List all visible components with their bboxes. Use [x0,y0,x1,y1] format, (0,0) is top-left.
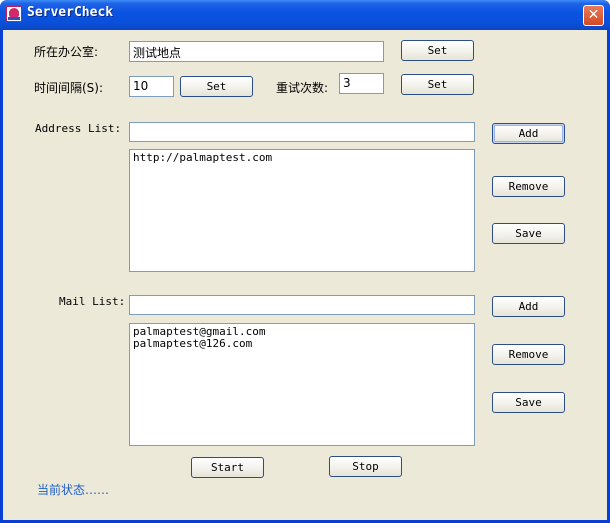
app-window: ServerCheck ✕ 所在办公室: 测试地点 Set 时间间隔(S): 1… [0,0,610,523]
retry-set-button[interactable]: Set [401,74,474,95]
office-field[interactable]: 测试地点 [129,41,384,62]
stop-button[interactable]: Stop [329,456,402,477]
list-item[interactable]: palmaptest@126.com [133,338,471,350]
address-listbox[interactable]: http://palmaptest.com [129,149,475,272]
close-icon: ✕ [587,7,600,23]
office-label: 所在办公室: [34,45,99,59]
address-remove-button[interactable]: Remove [492,176,565,197]
address-add-button[interactable]: Add [492,123,565,144]
close-button[interactable]: ✕ [583,5,604,26]
mail-list-label: Mail List: [59,295,126,308]
address-list-label: Address List: [35,122,122,135]
retry-field[interactable]: 3 [339,73,384,94]
retry-label: 重试次数: [276,81,329,95]
mail-save-button[interactable]: Save [492,392,565,413]
interval-field[interactable]: 10 [129,76,174,97]
interval-set-button[interactable]: Set [180,76,253,97]
title-bar[interactable]: ServerCheck ✕ [0,0,610,30]
mail-remove-button[interactable]: Remove [492,344,565,365]
window-title: ServerCheck [27,5,114,20]
status-text: 当前状态…… [37,483,110,497]
office-set-button[interactable]: Set [401,40,474,61]
address-save-button[interactable]: Save [492,223,565,244]
client-area: 所在办公室: 测试地点 Set 时间间隔(S): 10 Set 重试次数: 3 … [3,30,607,520]
address-input[interactable] [129,122,475,142]
start-button[interactable]: Start [191,457,264,478]
list-item[interactable]: http://palmaptest.com [133,152,471,164]
app-icon[interactable] [6,6,22,22]
interval-label: 时间间隔(S): [34,81,104,95]
mail-add-button[interactable]: Add [492,296,565,317]
mail-listbox[interactable]: palmaptest@gmail.com palmaptest@126.com [129,323,475,446]
mail-input[interactable] [129,295,475,315]
